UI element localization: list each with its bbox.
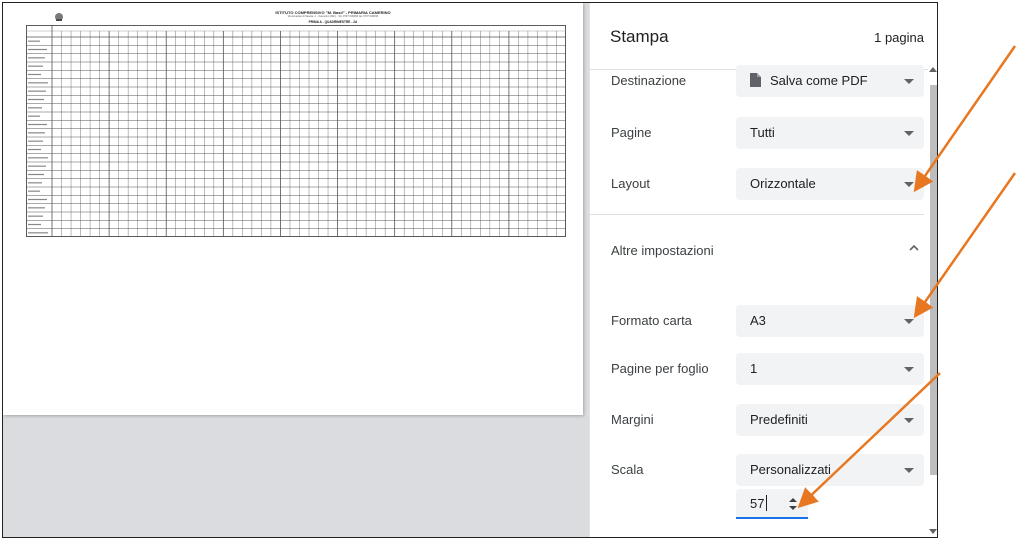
- more-settings-toggle[interactable]: Altre impostazioni: [611, 243, 714, 258]
- document-table: [26, 25, 566, 237]
- pages-label: Pagine: [611, 125, 652, 140]
- paper-size-select[interactable]: A3: [736, 305, 924, 337]
- pages-per-sheet-label: Pagine per foglio: [611, 361, 709, 376]
- document-subtitle: Via Amedeo di Savoia, 2 - Camerino (MC) …: [287, 15, 379, 18]
- pages-per-sheet-value: 1: [750, 361, 758, 376]
- scroll-down-icon[interactable]: [929, 529, 937, 534]
- chevron-up-icon[interactable]: [908, 244, 920, 252]
- chevron-down-icon: [904, 418, 914, 423]
- emblem-icon: [55, 13, 63, 21]
- chevron-down-icon: [904, 468, 914, 473]
- section-divider: [590, 214, 924, 215]
- spinner-icon[interactable]: [788, 497, 798, 511]
- print-dialog: ISTITUTO COMPRENSIVO "M. Basil" - PRIMAR…: [2, 2, 938, 538]
- panel-title: Stampa: [610, 27, 669, 46]
- chevron-down-icon: [904, 367, 914, 372]
- scrollbar[interactable]: [928, 65, 937, 537]
- chevron-down-icon: [904, 131, 914, 136]
- margins-value: Predefiniti: [750, 412, 808, 427]
- margins-label: Margini: [611, 412, 654, 427]
- chevron-down-icon: [904, 182, 914, 187]
- panel-header: Stampa 1 pagina: [590, 3, 937, 70]
- destination-value: Salva come PDF: [770, 73, 868, 88]
- page-count: 1 pagina: [874, 30, 924, 45]
- scale-label: Scala: [611, 462, 644, 477]
- pages-per-sheet-select[interactable]: 1: [736, 353, 924, 385]
- destination-select[interactable]: Salva come PDF: [736, 65, 924, 97]
- document-section: PRIMA A - QUADRIMESTRE - 2A: [308, 20, 358, 24]
- paper-size-label: Formato carta: [611, 313, 692, 328]
- preview-page: ISTITUTO COMPRENSIVO "M. Basil" - PRIMAR…: [3, 3, 583, 415]
- chevron-down-icon: [904, 79, 914, 84]
- layout-select[interactable]: Orizzontale: [736, 168, 924, 200]
- scroll-up-icon[interactable]: [929, 67, 937, 72]
- margins-select[interactable]: Predefiniti: [736, 404, 924, 436]
- chevron-down-icon: [904, 319, 914, 324]
- scale-custom-input[interactable]: 57: [736, 489, 808, 519]
- scale-custom-value: 57: [750, 496, 765, 511]
- destination-label: Destinazione: [611, 73, 687, 88]
- layout-label: Layout: [611, 176, 651, 191]
- pages-select[interactable]: Tutti: [736, 117, 924, 149]
- scale-select[interactable]: Personalizzati: [736, 454, 924, 486]
- print-settings-panel: Stampa 1 pagina Destinazione Salva come …: [589, 3, 937, 537]
- pages-value: Tutti: [750, 125, 775, 140]
- scale-value: Personalizzati: [750, 462, 831, 477]
- paper-size-value: A3: [750, 313, 766, 328]
- document-icon: [750, 73, 761, 87]
- layout-value: Orizzontale: [750, 176, 816, 191]
- scrollbar-thumb[interactable]: [930, 85, 937, 475]
- text-cursor: [766, 495, 767, 511]
- print-preview-area: ISTITUTO COMPRENSIVO "M. Basil" - PRIMAR…: [3, 3, 589, 537]
